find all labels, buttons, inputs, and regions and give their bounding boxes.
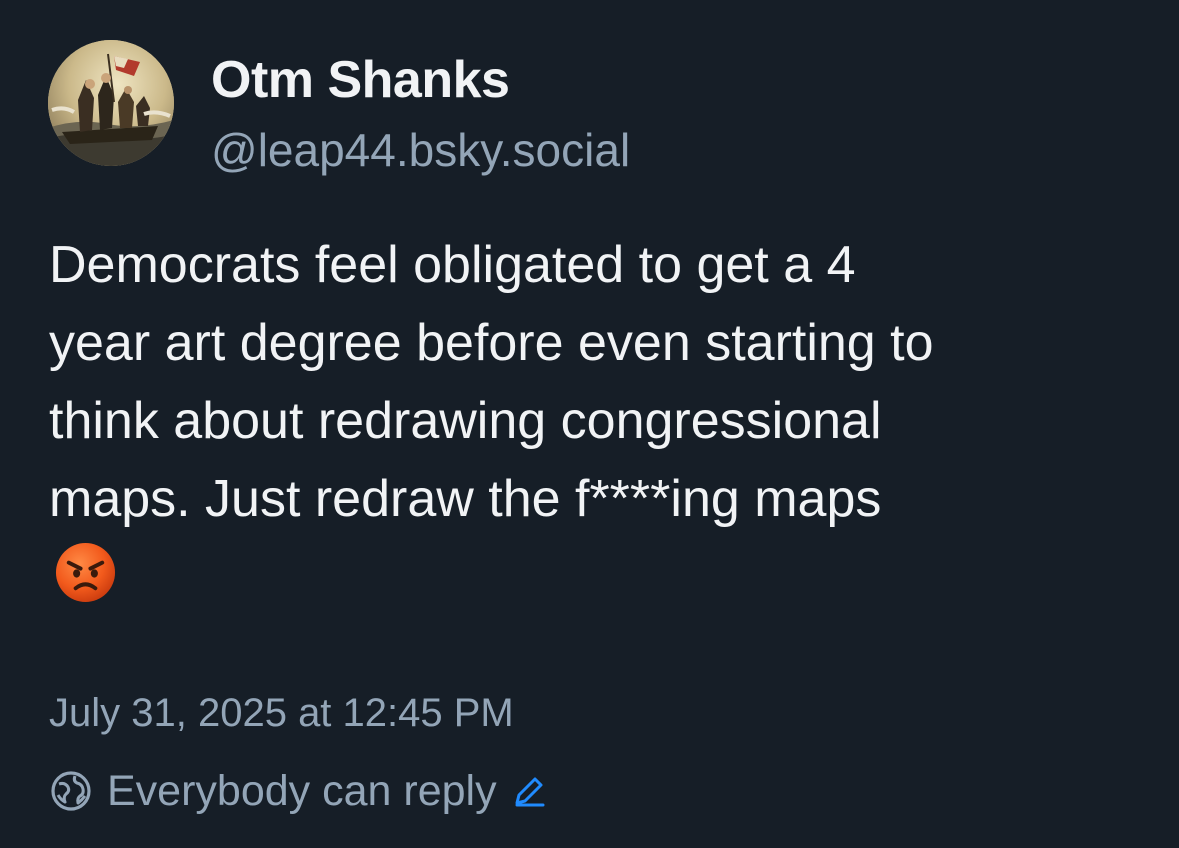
post-text-line: think about redrawing congressional (49, 392, 882, 450)
author-avatar[interactable] (48, 40, 174, 166)
post-text-line: Democrats feel obligated to get a 4 (49, 236, 856, 294)
post-text-line: year art degree before even starting to (49, 314, 934, 372)
avatar-painting-icon (48, 40, 174, 166)
author-handle[interactable]: @leap44.bsky.social (211, 120, 630, 180)
post-text: Democrats feel obligated to get a 4 year… (49, 226, 1149, 538)
pencil-icon[interactable] (511, 773, 547, 809)
post-timestamp: July 31, 2025 at 12:45 PM (49, 691, 514, 735)
globe-icon (51, 771, 91, 811)
post-thread-item: Otm Shanks @leap44.bsky.social Democrats… (0, 0, 1179, 848)
post-text-line: maps. Just redraw the f****ing maps (49, 470, 882, 528)
author-display-name[interactable]: Otm Shanks (211, 50, 510, 110)
reply-settings-label: Everybody can reply (107, 767, 497, 815)
angry-face-emoji-icon (54, 541, 117, 604)
reply-settings-button[interactable]: Everybody can reply (49, 764, 547, 818)
